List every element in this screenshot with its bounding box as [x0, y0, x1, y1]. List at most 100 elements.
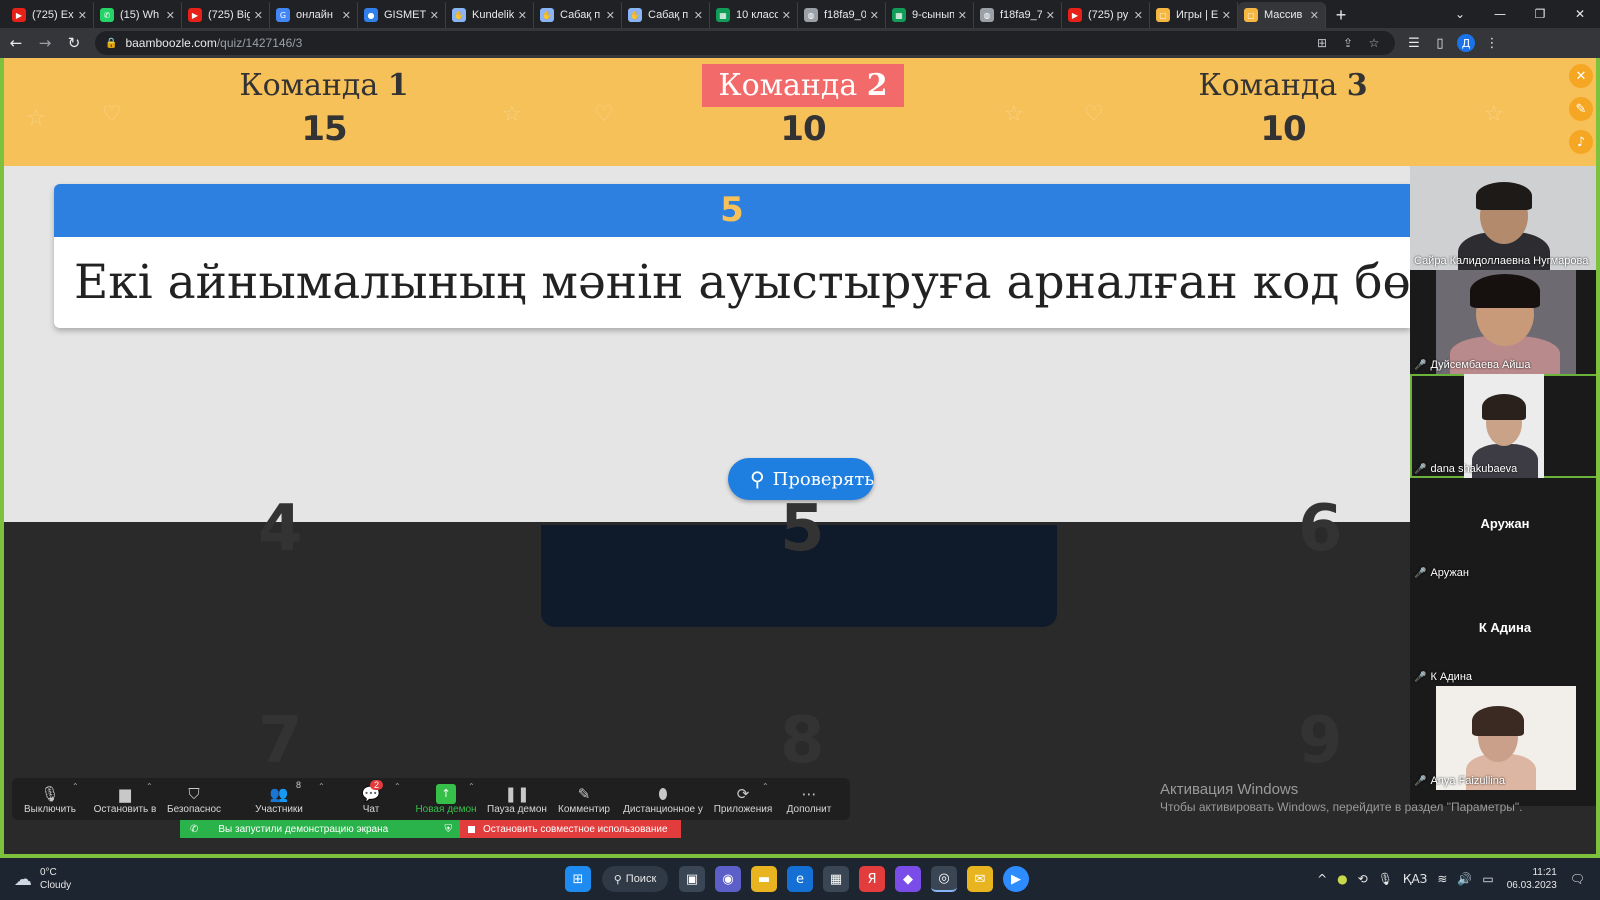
- tray-app-icon[interactable]: ●: [1337, 872, 1347, 886]
- remote-control-button[interactable]: ⬮ Дистанционное у: [616, 778, 710, 820]
- restore-icon[interactable]: ❐: [1520, 0, 1560, 28]
- task-view-icon[interactable]: ▣: [679, 866, 705, 892]
- board-number[interactable]: 7: [258, 704, 303, 778]
- browser-tab[interactable]: ● GISMETI ✕: [358, 2, 446, 28]
- address-bar[interactable]: 🔒 baamboozle.com/quiz/1427146/3 ⊞ ⇪ ☆: [95, 31, 1395, 55]
- chevron-up-icon[interactable]: ⌃: [146, 782, 153, 791]
- close-tab-icon[interactable]: ✕: [430, 9, 439, 22]
- alice-icon[interactable]: ◆: [895, 866, 921, 892]
- board-number[interactable]: 5: [780, 492, 825, 566]
- reload-icon[interactable]: ↻: [61, 30, 87, 56]
- browser-tab[interactable]: Gонлайн ✕: [270, 2, 358, 28]
- close-tab-icon[interactable]: ✕: [958, 9, 967, 22]
- lock-icon[interactable]: 🔒: [105, 38, 117, 49]
- participant-tile[interactable]: К Адина 🎤 К Адина: [1410, 582, 1600, 686]
- security-button[interactable]: ⛉ Безопаснос: [162, 778, 226, 820]
- browser-tab[interactable]: ▶ (725) Big ✕: [182, 2, 270, 28]
- close-tab-icon[interactable]: ✕: [166, 9, 175, 22]
- browser-tab[interactable]: ▦ 9-сынып ✕: [886, 2, 974, 28]
- close-tab-icon[interactable]: ✕: [342, 9, 351, 22]
- mail-icon[interactable]: ✉: [967, 866, 993, 892]
- close-tab-icon[interactable]: ✕: [606, 9, 615, 22]
- chat-button[interactable]: 💬 2 ⌃ Чат: [332, 778, 410, 820]
- notifications-icon[interactable]: 🗨: [1570, 872, 1585, 886]
- back-icon[interactable]: ←: [3, 30, 29, 56]
- participant-tile[interactable]: 🎤 Дуйсембаева Айша: [1410, 270, 1600, 374]
- browser-tab[interactable]: ▢ Игры | E ✕: [1150, 2, 1238, 28]
- close-tab-icon[interactable]: ✕: [694, 9, 703, 22]
- zoom-icon[interactable]: ▶: [1003, 866, 1029, 892]
- browser-tab[interactable]: ▢ Массив ✕: [1238, 2, 1326, 28]
- volume-icon[interactable]: 🔊: [1457, 872, 1472, 886]
- mute-button[interactable]: 🎙 ⌃ Выключить: [12, 778, 88, 820]
- reading-list-icon[interactable]: ☰: [1401, 36, 1427, 51]
- team-3[interactable]: Команда 3 10: [1173, 64, 1393, 149]
- browser-tab[interactable]: ✋ Сабақ п ✕: [622, 2, 710, 28]
- board-number[interactable]: 9: [1298, 704, 1343, 778]
- chevron-up-icon[interactable]: ⌃: [318, 782, 325, 791]
- weather-widget[interactable]: ☁ 0°C Cloudy: [14, 866, 71, 892]
- board-number[interactable]: 8: [780, 704, 825, 778]
- forward-icon[interactable]: →: [32, 30, 58, 56]
- tab-search-icon[interactable]: ⌄: [1440, 0, 1480, 28]
- board-number[interactable]: 4: [258, 492, 303, 566]
- file-explorer-icon[interactable]: ▬: [751, 866, 777, 892]
- side-panel-icon[interactable]: ▯: [1427, 36, 1453, 51]
- browser-tab[interactable]: ▶ (725) Ex ✕: [6, 2, 94, 28]
- participant-tile[interactable]: 🎤 Anya Faizullina: [1410, 686, 1600, 790]
- store-icon[interactable]: ▦: [823, 866, 849, 892]
- close-tab-icon[interactable]: ✕: [254, 9, 263, 22]
- minimize-icon[interactable]: —: [1480, 0, 1520, 28]
- browser-tab[interactable]: ✋ Kundelik ✕: [446, 2, 534, 28]
- browser-tab[interactable]: ◍ f18fa9_7 ✕: [974, 2, 1062, 28]
- clock[interactable]: 11:21 06.03.2023: [1507, 866, 1557, 892]
- stop-share-button[interactable]: Остановить совместное использование: [460, 820, 681, 838]
- edit-score-icon[interactable]: ✎: [1569, 97, 1593, 121]
- wifi-icon[interactable]: ≋: [1437, 872, 1447, 886]
- chevron-up-icon[interactable]: ⌃: [394, 782, 401, 791]
- apps-button[interactable]: ⟳ ⌃ Приложения: [710, 778, 776, 820]
- annotate-button[interactable]: ✎ Комментир: [552, 778, 616, 820]
- board-number[interactable]: 6: [1298, 492, 1343, 566]
- participant-tile[interactable]: Аружан 🎤 Аружан: [1410, 478, 1600, 582]
- close-tab-icon[interactable]: ✕: [782, 9, 791, 22]
- new-tab-button[interactable]: +: [1328, 2, 1354, 28]
- close-tab-icon[interactable]: ✕: [1222, 9, 1231, 22]
- browser-tab[interactable]: ▦ 10 класс ✕: [710, 2, 798, 28]
- chevron-up-icon[interactable]: ⌃: [72, 782, 79, 791]
- browser-menu-icon[interactable]: ⋮: [1479, 36, 1505, 51]
- close-tab-icon[interactable]: ✕: [518, 9, 527, 22]
- chevron-up-icon[interactable]: ⌃: [762, 782, 769, 791]
- profile-avatar[interactable]: Д: [1457, 34, 1475, 52]
- share-icon[interactable]: ⇪: [1335, 36, 1361, 50]
- browser-tab[interactable]: ✆ (15) Wh ✕: [94, 2, 182, 28]
- language-indicator[interactable]: ҚАЗ: [1403, 872, 1427, 886]
- chrome-icon[interactable]: ◎: [931, 866, 957, 892]
- sound-icon[interactable]: ♪: [1569, 130, 1593, 154]
- chevron-up-icon[interactable]: ⌃: [468, 782, 475, 791]
- team-2[interactable]: Команда 2 10: [693, 64, 913, 149]
- browser-tab[interactable]: ◍ f18fa9_0 ✕: [798, 2, 886, 28]
- stop-video-button[interactable]: ▆ ⌃ Остановить в: [88, 778, 162, 820]
- pause-share-button[interactable]: ❚❚ Пауза демон: [482, 778, 552, 820]
- sync-icon[interactable]: ⟲: [1358, 872, 1368, 886]
- close-tab-icon[interactable]: ✕: [78, 9, 87, 22]
- battery-icon[interactable]: ▭: [1482, 872, 1493, 886]
- windows-start-icon[interactable]: ⊞: [565, 866, 591, 892]
- close-game-icon[interactable]: ✕: [1569, 64, 1593, 88]
- more-button[interactable]: ⋯ Дополнит: [776, 778, 842, 820]
- new-share-button[interactable]: ↑ ⌃ Новая демон: [410, 778, 482, 820]
- participant-tile[interactable]: Сайра Калидоллаевна Нугмарова: [1410, 166, 1600, 270]
- teams-chat-icon[interactable]: ◉: [715, 866, 741, 892]
- participants-button[interactable]: 👥 8 ⌃ Участники: [226, 778, 332, 820]
- browser-tab[interactable]: ▶ (725) ру ✕: [1062, 2, 1150, 28]
- translate-icon[interactable]: ⊞: [1309, 36, 1335, 50]
- close-tab-icon[interactable]: ✕: [1046, 9, 1055, 22]
- participant-tile-active-speaker[interactable]: 🎤 dana shakubaeva: [1410, 374, 1600, 478]
- team-1[interactable]: Команда 1 15: [214, 64, 434, 149]
- close-tab-icon[interactable]: ✕: [1310, 9, 1319, 22]
- close-tab-icon[interactable]: ✕: [1134, 9, 1143, 22]
- close-tab-icon[interactable]: ✕: [870, 9, 879, 22]
- edge-icon[interactable]: e: [787, 866, 813, 892]
- chevron-up-icon[interactable]: ^: [1317, 872, 1327, 886]
